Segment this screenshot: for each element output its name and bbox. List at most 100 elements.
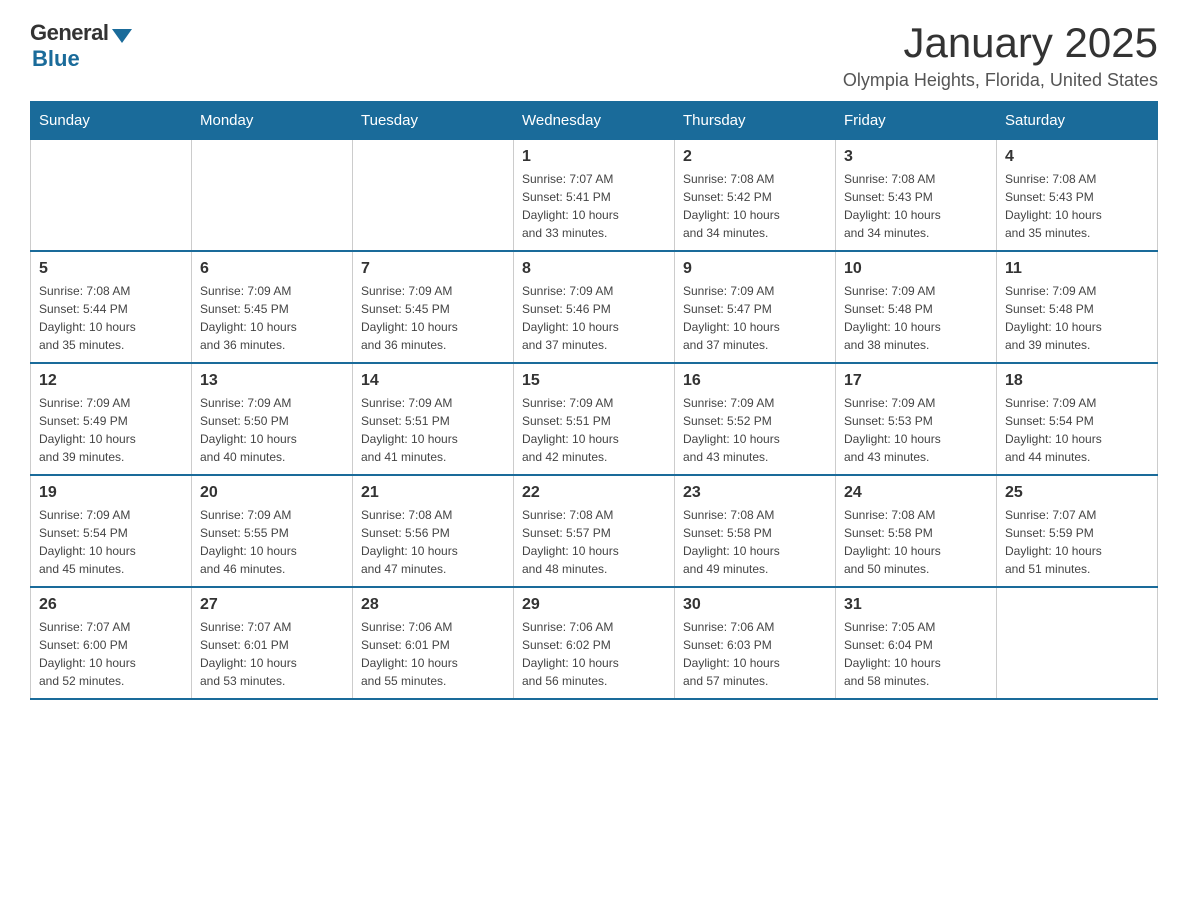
page-header: General Blue January 2025 Olympia Height… bbox=[30, 20, 1158, 91]
day-info: Sunrise: 7:08 AMSunset: 5:57 PMDaylight:… bbox=[522, 506, 666, 578]
calendar-cell: 27 Sunrise: 7:07 AMSunset: 6:01 PMDayligh… bbox=[192, 587, 353, 699]
day-number: 15 bbox=[522, 372, 666, 390]
day-number: 30 bbox=[683, 596, 827, 614]
calendar-header-sunday: Sunday bbox=[31, 102, 192, 140]
calendar-cell: 31 Sunrise: 7:05 AMSunset: 6:04 PMDayligh… bbox=[836, 587, 997, 699]
calendar-cell: 11Sunrise: 7:09 AMSunset: 5:48 PMDayligh… bbox=[997, 251, 1158, 363]
day-number: 25 bbox=[1005, 484, 1149, 502]
day-number: 6 bbox=[200, 260, 344, 278]
calendar-cell: 18Sunrise: 7:09 AMSunset: 5:54 PMDayligh… bbox=[997, 363, 1158, 475]
day-info: Sunrise: 7:09 AMSunset: 5:54 PMDaylight:… bbox=[39, 506, 183, 578]
calendar-cell: 30 Sunrise: 7:06 AMSunset: 6:03 PMDayligh… bbox=[675, 587, 836, 699]
day-info: Sunrise: 7:08 AMSunset: 5:43 PMDaylight:… bbox=[844, 170, 988, 242]
calendar-header-tuesday: Tuesday bbox=[353, 102, 514, 140]
calendar-header-monday: Monday bbox=[192, 102, 353, 140]
day-number: 26 bbox=[39, 596, 183, 614]
day-info: Sunrise: 7:09 AMSunset: 5:53 PMDaylight:… bbox=[844, 394, 988, 466]
calendar-cell: 4 Sunrise: 7:08 AMSunset: 5:43 PMDaylight… bbox=[997, 140, 1158, 252]
day-info: Sunrise: 7:07 AMSunset: 5:59 PMDaylight:… bbox=[1005, 506, 1149, 578]
logo: General Blue bbox=[30, 20, 132, 72]
day-number: 1 bbox=[522, 148, 666, 166]
day-number: 16 bbox=[683, 372, 827, 390]
calendar-header-row: SundayMondayTuesdayWednesdayThursdayFrid… bbox=[31, 102, 1158, 140]
calendar-cell: 5 Sunrise: 7:08 AMSunset: 5:44 PMDaylight… bbox=[31, 251, 192, 363]
calendar-cell: 19Sunrise: 7:09 AMSunset: 5:54 PMDayligh… bbox=[31, 475, 192, 587]
day-number: 3 bbox=[844, 148, 988, 166]
location-title: Olympia Heights, Florida, United States bbox=[843, 70, 1158, 91]
day-number: 23 bbox=[683, 484, 827, 502]
calendar-week-row: 19Sunrise: 7:09 AMSunset: 5:54 PMDayligh… bbox=[31, 475, 1158, 587]
calendar-cell: 24Sunrise: 7:08 AMSunset: 5:58 PMDayligh… bbox=[836, 475, 997, 587]
day-info: Sunrise: 7:09 AMSunset: 5:48 PMDaylight:… bbox=[1005, 282, 1149, 354]
day-number: 18 bbox=[1005, 372, 1149, 390]
calendar-cell: 20 Sunrise: 7:09 AMSunset: 5:55 PMDayligh… bbox=[192, 475, 353, 587]
day-info: Sunrise: 7:09 AMSunset: 5:48 PMDaylight:… bbox=[844, 282, 988, 354]
calendar-cell: 1 Sunrise: 7:07 AMSunset: 5:41 PMDaylight… bbox=[514, 140, 675, 252]
calendar-cell: 28Sunrise: 7:06 AMSunset: 6:01 PMDayligh… bbox=[353, 587, 514, 699]
calendar-header-thursday: Thursday bbox=[675, 102, 836, 140]
calendar-week-row: 26Sunrise: 7:07 AMSunset: 6:00 PMDayligh… bbox=[31, 587, 1158, 699]
day-info: Sunrise: 7:08 AMSunset: 5:58 PMDaylight:… bbox=[683, 506, 827, 578]
day-info: Sunrise: 7:09 AMSunset: 5:49 PMDaylight:… bbox=[39, 394, 183, 466]
calendar-cell bbox=[997, 587, 1158, 699]
day-number: 4 bbox=[1005, 148, 1149, 166]
logo-arrow-icon bbox=[112, 29, 132, 43]
day-number: 2 bbox=[683, 148, 827, 166]
calendar-week-row: 12 Sunrise: 7:09 AMSunset: 5:49 PMDayligh… bbox=[31, 363, 1158, 475]
day-info: Sunrise: 7:09 AMSunset: 5:51 PMDaylight:… bbox=[361, 394, 505, 466]
calendar-cell: 2 Sunrise: 7:08 AMSunset: 5:42 PMDaylight… bbox=[675, 140, 836, 252]
day-info: Sunrise: 7:09 AMSunset: 5:45 PMDaylight:… bbox=[361, 282, 505, 354]
calendar-header-saturday: Saturday bbox=[997, 102, 1158, 140]
calendar-table: SundayMondayTuesdayWednesdayThursdayFrid… bbox=[30, 101, 1158, 700]
day-info: Sunrise: 7:07 AMSunset: 5:41 PMDaylight:… bbox=[522, 170, 666, 242]
day-number: 7 bbox=[361, 260, 505, 278]
day-number: 31 bbox=[844, 596, 988, 614]
calendar-cell: 25 Sunrise: 7:07 AMSunset: 5:59 PMDayligh… bbox=[997, 475, 1158, 587]
calendar-cell: 7 Sunrise: 7:09 AMSunset: 5:45 PMDaylight… bbox=[353, 251, 514, 363]
title-section: January 2025 Olympia Heights, Florida, U… bbox=[843, 20, 1158, 91]
logo-blue-text: Blue bbox=[32, 46, 80, 72]
day-number: 17 bbox=[844, 372, 988, 390]
day-info: Sunrise: 7:06 AMSunset: 6:03 PMDaylight:… bbox=[683, 618, 827, 690]
calendar-cell: 13 Sunrise: 7:09 AMSunset: 5:50 PMDayligh… bbox=[192, 363, 353, 475]
day-info: Sunrise: 7:05 AMSunset: 6:04 PMDaylight:… bbox=[844, 618, 988, 690]
day-info: Sunrise: 7:09 AMSunset: 5:46 PMDaylight:… bbox=[522, 282, 666, 354]
day-number: 28 bbox=[361, 596, 505, 614]
logo-general-text: General bbox=[30, 20, 108, 46]
day-number: 27 bbox=[200, 596, 344, 614]
calendar-cell: 21Sunrise: 7:08 AMSunset: 5:56 PMDayligh… bbox=[353, 475, 514, 587]
calendar-cell: 6 Sunrise: 7:09 AMSunset: 5:45 PMDaylight… bbox=[192, 251, 353, 363]
day-number: 29 bbox=[522, 596, 666, 614]
day-number: 9 bbox=[683, 260, 827, 278]
day-info: Sunrise: 7:08 AMSunset: 5:42 PMDaylight:… bbox=[683, 170, 827, 242]
day-number: 14 bbox=[361, 372, 505, 390]
day-info: Sunrise: 7:09 AMSunset: 5:45 PMDaylight:… bbox=[200, 282, 344, 354]
day-info: Sunrise: 7:09 AMSunset: 5:55 PMDaylight:… bbox=[200, 506, 344, 578]
calendar-cell: 14 Sunrise: 7:09 AMSunset: 5:51 PMDayligh… bbox=[353, 363, 514, 475]
day-info: Sunrise: 7:06 AMSunset: 6:02 PMDaylight:… bbox=[522, 618, 666, 690]
day-number: 21 bbox=[361, 484, 505, 502]
calendar-header-friday: Friday bbox=[836, 102, 997, 140]
day-info: Sunrise: 7:09 AMSunset: 5:50 PMDaylight:… bbox=[200, 394, 344, 466]
day-number: 13 bbox=[200, 372, 344, 390]
day-number: 12 bbox=[39, 372, 183, 390]
day-info: Sunrise: 7:08 AMSunset: 5:43 PMDaylight:… bbox=[1005, 170, 1149, 242]
calendar-week-row: 5 Sunrise: 7:08 AMSunset: 5:44 PMDaylight… bbox=[31, 251, 1158, 363]
month-title: January 2025 bbox=[843, 20, 1158, 66]
day-info: Sunrise: 7:09 AMSunset: 5:52 PMDaylight:… bbox=[683, 394, 827, 466]
calendar-cell bbox=[192, 140, 353, 252]
calendar-cell: 15Sunrise: 7:09 AMSunset: 5:51 PMDayligh… bbox=[514, 363, 675, 475]
calendar-cell: 23 Sunrise: 7:08 AMSunset: 5:58 PMDayligh… bbox=[675, 475, 836, 587]
day-number: 20 bbox=[200, 484, 344, 502]
calendar-cell: 8Sunrise: 7:09 AMSunset: 5:46 PMDaylight… bbox=[514, 251, 675, 363]
calendar-header-wednesday: Wednesday bbox=[514, 102, 675, 140]
calendar-cell: 26Sunrise: 7:07 AMSunset: 6:00 PMDayligh… bbox=[31, 587, 192, 699]
day-number: 5 bbox=[39, 260, 183, 278]
calendar-cell: 22Sunrise: 7:08 AMSunset: 5:57 PMDayligh… bbox=[514, 475, 675, 587]
day-info: Sunrise: 7:07 AMSunset: 6:01 PMDaylight:… bbox=[200, 618, 344, 690]
calendar-cell: 16 Sunrise: 7:09 AMSunset: 5:52 PMDayligh… bbox=[675, 363, 836, 475]
day-number: 10 bbox=[844, 260, 988, 278]
calendar-cell: 10 Sunrise: 7:09 AMSunset: 5:48 PMDayligh… bbox=[836, 251, 997, 363]
day-info: Sunrise: 7:08 AMSunset: 5:44 PMDaylight:… bbox=[39, 282, 183, 354]
calendar-cell bbox=[353, 140, 514, 252]
